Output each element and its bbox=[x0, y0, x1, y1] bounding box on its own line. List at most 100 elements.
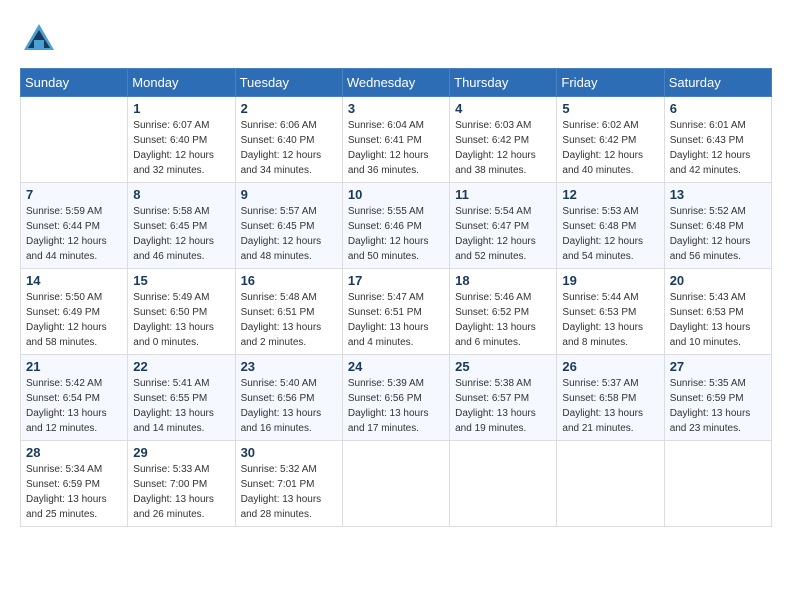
calendar-header-row: SundayMondayTuesdayWednesdayThursdayFrid… bbox=[21, 69, 772, 97]
calendar-week-1: 1 Sunrise: 6:07 AMSunset: 6:40 PMDayligh… bbox=[21, 97, 772, 183]
day-info: Sunrise: 5:46 AMSunset: 6:52 PMDaylight:… bbox=[455, 290, 551, 350]
day-info: Sunrise: 6:07 AMSunset: 6:40 PMDaylight:… bbox=[133, 118, 229, 178]
calendar-cell: 6 Sunrise: 6:01 AMSunset: 6:43 PMDayligh… bbox=[664, 97, 771, 183]
calendar-cell: 28 Sunrise: 5:34 AMSunset: 6:59 PMDaylig… bbox=[21, 441, 128, 527]
calendar-cell: 30 Sunrise: 5:32 AMSunset: 7:01 PMDaylig… bbox=[235, 441, 342, 527]
calendar-cell: 1 Sunrise: 6:07 AMSunset: 6:40 PMDayligh… bbox=[128, 97, 235, 183]
day-info: Sunrise: 5:48 AMSunset: 6:51 PMDaylight:… bbox=[241, 290, 337, 350]
day-number: 2 bbox=[241, 101, 337, 116]
day-header-saturday: Saturday bbox=[664, 69, 771, 97]
day-number: 23 bbox=[241, 359, 337, 374]
day-info: Sunrise: 5:39 AMSunset: 6:56 PMDaylight:… bbox=[348, 376, 444, 436]
day-number: 27 bbox=[670, 359, 766, 374]
day-number: 11 bbox=[455, 187, 551, 202]
logo bbox=[20, 20, 60, 58]
day-info: Sunrise: 6:01 AMSunset: 6:43 PMDaylight:… bbox=[670, 118, 766, 178]
calendar-cell: 4 Sunrise: 6:03 AMSunset: 6:42 PMDayligh… bbox=[450, 97, 557, 183]
day-info: Sunrise: 5:57 AMSunset: 6:45 PMDaylight:… bbox=[241, 204, 337, 264]
day-number: 6 bbox=[670, 101, 766, 116]
day-info: Sunrise: 5:40 AMSunset: 6:56 PMDaylight:… bbox=[241, 376, 337, 436]
day-info: Sunrise: 6:02 AMSunset: 6:42 PMDaylight:… bbox=[562, 118, 658, 178]
day-info: Sunrise: 5:37 AMSunset: 6:58 PMDaylight:… bbox=[562, 376, 658, 436]
calendar-cell: 9 Sunrise: 5:57 AMSunset: 6:45 PMDayligh… bbox=[235, 183, 342, 269]
day-header-wednesday: Wednesday bbox=[342, 69, 449, 97]
calendar-cell bbox=[342, 441, 449, 527]
day-info: Sunrise: 5:47 AMSunset: 6:51 PMDaylight:… bbox=[348, 290, 444, 350]
day-number: 10 bbox=[348, 187, 444, 202]
day-info: Sunrise: 5:58 AMSunset: 6:45 PMDaylight:… bbox=[133, 204, 229, 264]
calendar-table: SundayMondayTuesdayWednesdayThursdayFrid… bbox=[20, 68, 772, 527]
calendar-cell: 20 Sunrise: 5:43 AMSunset: 6:53 PMDaylig… bbox=[664, 269, 771, 355]
calendar-cell: 19 Sunrise: 5:44 AMSunset: 6:53 PMDaylig… bbox=[557, 269, 664, 355]
day-number: 1 bbox=[133, 101, 229, 116]
calendar-cell: 10 Sunrise: 5:55 AMSunset: 6:46 PMDaylig… bbox=[342, 183, 449, 269]
day-number: 3 bbox=[348, 101, 444, 116]
day-number: 30 bbox=[241, 445, 337, 460]
day-info: Sunrise: 5:54 AMSunset: 6:47 PMDaylight:… bbox=[455, 204, 551, 264]
day-number: 18 bbox=[455, 273, 551, 288]
calendar-cell: 11 Sunrise: 5:54 AMSunset: 6:47 PMDaylig… bbox=[450, 183, 557, 269]
day-header-sunday: Sunday bbox=[21, 69, 128, 97]
calendar-cell: 14 Sunrise: 5:50 AMSunset: 6:49 PMDaylig… bbox=[21, 269, 128, 355]
day-header-thursday: Thursday bbox=[450, 69, 557, 97]
calendar-cell bbox=[664, 441, 771, 527]
day-number: 29 bbox=[133, 445, 229, 460]
day-number: 17 bbox=[348, 273, 444, 288]
day-number: 21 bbox=[26, 359, 122, 374]
calendar-cell: 25 Sunrise: 5:38 AMSunset: 6:57 PMDaylig… bbox=[450, 355, 557, 441]
calendar-cell: 8 Sunrise: 5:58 AMSunset: 6:45 PMDayligh… bbox=[128, 183, 235, 269]
calendar-cell: 17 Sunrise: 5:47 AMSunset: 6:51 PMDaylig… bbox=[342, 269, 449, 355]
calendar-cell: 29 Sunrise: 5:33 AMSunset: 7:00 PMDaylig… bbox=[128, 441, 235, 527]
day-number: 16 bbox=[241, 273, 337, 288]
logo-icon bbox=[20, 20, 58, 58]
day-info: Sunrise: 5:50 AMSunset: 6:49 PMDaylight:… bbox=[26, 290, 122, 350]
day-number: 9 bbox=[241, 187, 337, 202]
day-info: Sunrise: 6:03 AMSunset: 6:42 PMDaylight:… bbox=[455, 118, 551, 178]
calendar-cell: 18 Sunrise: 5:46 AMSunset: 6:52 PMDaylig… bbox=[450, 269, 557, 355]
calendar-cell: 21 Sunrise: 5:42 AMSunset: 6:54 PMDaylig… bbox=[21, 355, 128, 441]
day-info: Sunrise: 5:34 AMSunset: 6:59 PMDaylight:… bbox=[26, 462, 122, 522]
day-header-tuesday: Tuesday bbox=[235, 69, 342, 97]
day-number: 22 bbox=[133, 359, 229, 374]
calendar-week-5: 28 Sunrise: 5:34 AMSunset: 6:59 PMDaylig… bbox=[21, 441, 772, 527]
calendar-week-2: 7 Sunrise: 5:59 AMSunset: 6:44 PMDayligh… bbox=[21, 183, 772, 269]
calendar-cell: 5 Sunrise: 6:02 AMSunset: 6:42 PMDayligh… bbox=[557, 97, 664, 183]
day-number: 4 bbox=[455, 101, 551, 116]
day-header-monday: Monday bbox=[128, 69, 235, 97]
day-info: Sunrise: 5:33 AMSunset: 7:00 PMDaylight:… bbox=[133, 462, 229, 522]
day-number: 5 bbox=[562, 101, 658, 116]
day-info: Sunrise: 5:43 AMSunset: 6:53 PMDaylight:… bbox=[670, 290, 766, 350]
day-info: Sunrise: 5:44 AMSunset: 6:53 PMDaylight:… bbox=[562, 290, 658, 350]
calendar-cell: 23 Sunrise: 5:40 AMSunset: 6:56 PMDaylig… bbox=[235, 355, 342, 441]
calendar-cell: 13 Sunrise: 5:52 AMSunset: 6:48 PMDaylig… bbox=[664, 183, 771, 269]
calendar-cell bbox=[21, 97, 128, 183]
calendar-cell: 26 Sunrise: 5:37 AMSunset: 6:58 PMDaylig… bbox=[557, 355, 664, 441]
calendar-cell: 16 Sunrise: 5:48 AMSunset: 6:51 PMDaylig… bbox=[235, 269, 342, 355]
page-header bbox=[20, 20, 772, 58]
calendar-cell bbox=[450, 441, 557, 527]
calendar-cell bbox=[557, 441, 664, 527]
day-info: Sunrise: 5:49 AMSunset: 6:50 PMDaylight:… bbox=[133, 290, 229, 350]
day-info: Sunrise: 5:35 AMSunset: 6:59 PMDaylight:… bbox=[670, 376, 766, 436]
day-number: 14 bbox=[26, 273, 122, 288]
day-number: 15 bbox=[133, 273, 229, 288]
calendar-week-3: 14 Sunrise: 5:50 AMSunset: 6:49 PMDaylig… bbox=[21, 269, 772, 355]
day-number: 8 bbox=[133, 187, 229, 202]
day-number: 19 bbox=[562, 273, 658, 288]
day-info: Sunrise: 5:32 AMSunset: 7:01 PMDaylight:… bbox=[241, 462, 337, 522]
calendar-cell: 12 Sunrise: 5:53 AMSunset: 6:48 PMDaylig… bbox=[557, 183, 664, 269]
day-info: Sunrise: 5:55 AMSunset: 6:46 PMDaylight:… bbox=[348, 204, 444, 264]
day-info: Sunrise: 6:04 AMSunset: 6:41 PMDaylight:… bbox=[348, 118, 444, 178]
day-info: Sunrise: 5:41 AMSunset: 6:55 PMDaylight:… bbox=[133, 376, 229, 436]
day-info: Sunrise: 5:42 AMSunset: 6:54 PMDaylight:… bbox=[26, 376, 122, 436]
day-number: 7 bbox=[26, 187, 122, 202]
day-info: Sunrise: 5:59 AMSunset: 6:44 PMDaylight:… bbox=[26, 204, 122, 264]
calendar-cell: 24 Sunrise: 5:39 AMSunset: 6:56 PMDaylig… bbox=[342, 355, 449, 441]
day-info: Sunrise: 6:06 AMSunset: 6:40 PMDaylight:… bbox=[241, 118, 337, 178]
day-number: 25 bbox=[455, 359, 551, 374]
calendar-week-4: 21 Sunrise: 5:42 AMSunset: 6:54 PMDaylig… bbox=[21, 355, 772, 441]
calendar-cell: 2 Sunrise: 6:06 AMSunset: 6:40 PMDayligh… bbox=[235, 97, 342, 183]
day-header-friday: Friday bbox=[557, 69, 664, 97]
day-number: 20 bbox=[670, 273, 766, 288]
calendar-cell: 27 Sunrise: 5:35 AMSunset: 6:59 PMDaylig… bbox=[664, 355, 771, 441]
